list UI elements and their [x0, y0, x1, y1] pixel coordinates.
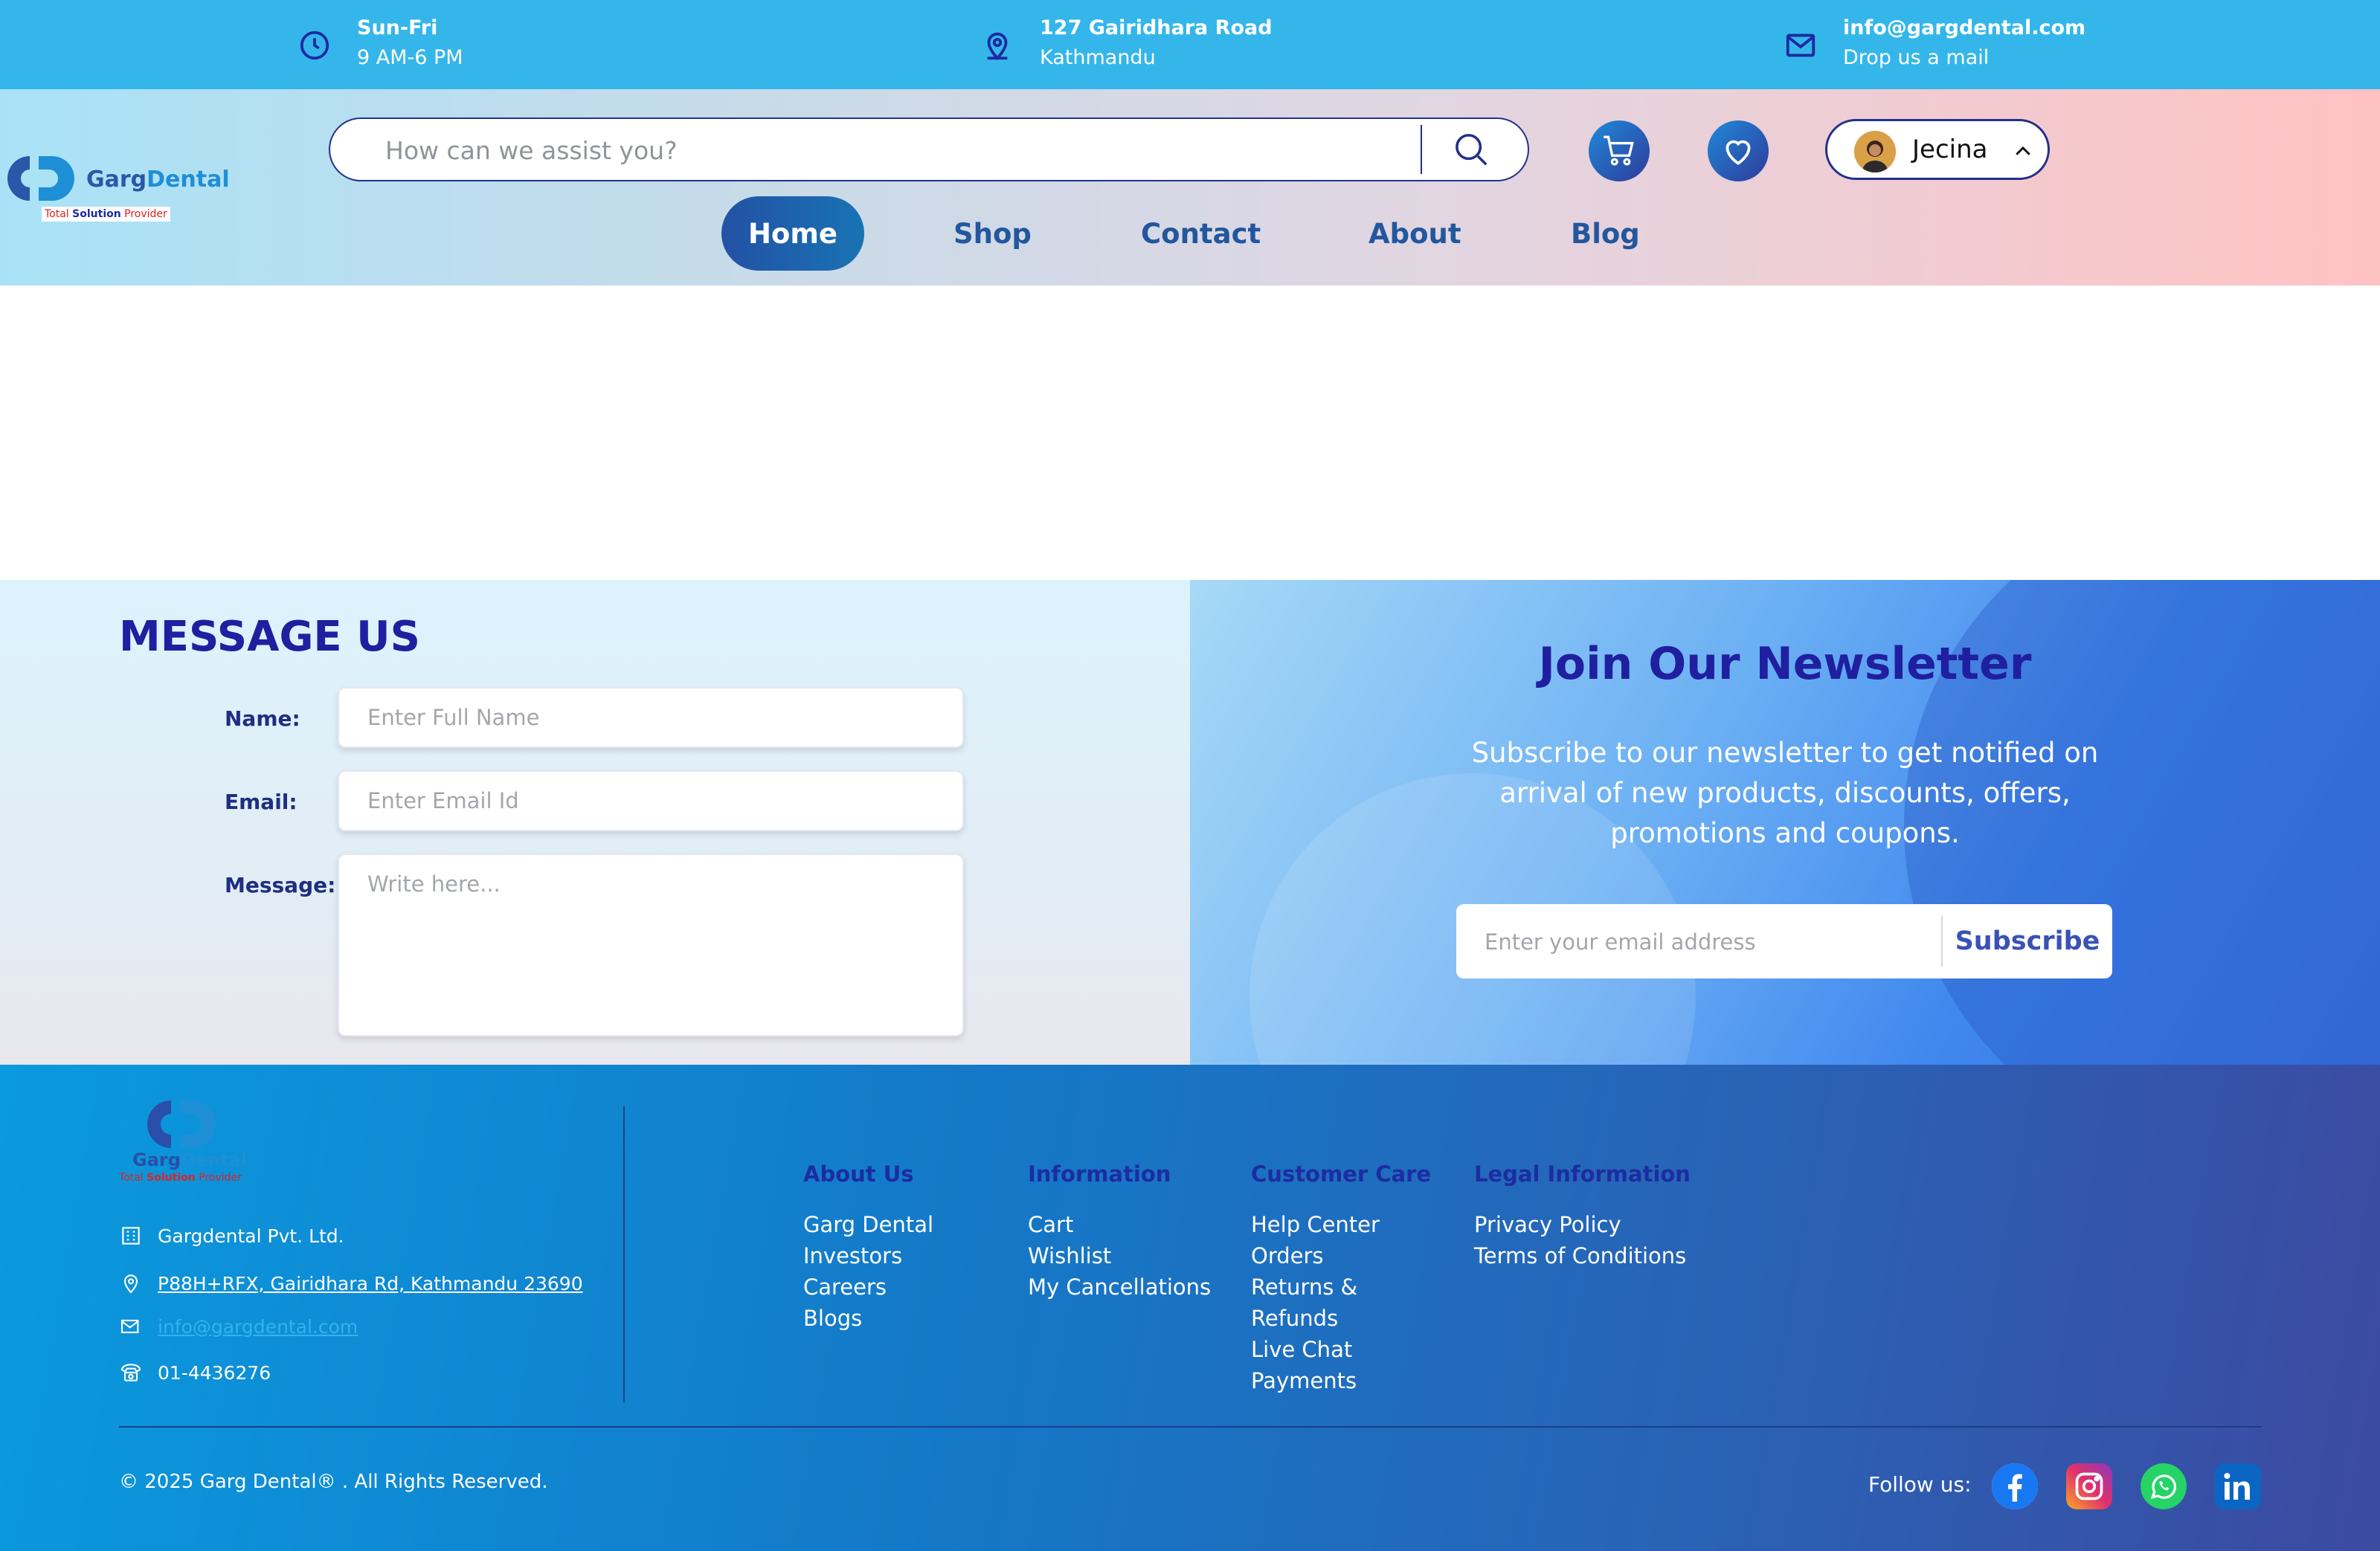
footer-rule [119, 1426, 2261, 1428]
search-divider [1421, 125, 1422, 174]
site-footer: GargDental Total Solution Provider Gargd… [0, 1065, 2380, 1551]
location-icon [123, 1274, 138, 1294]
footer-link[interactable]: Blogs [803, 1303, 933, 1334]
follow-us-label: Follow us: [1868, 1472, 1972, 1497]
newsletter-email-input[interactable] [1485, 925, 1916, 959]
name-field[interactable] [338, 687, 964, 748]
footer-email-link[interactable]: info@gargdental.com [119, 1315, 358, 1338]
footer-link[interactable]: Terms of Conditions [1474, 1240, 1691, 1271]
copyright: © 2025 Garg Dental® . All Rights Reserve… [119, 1471, 548, 1493]
footer-col-title: Legal Information [1474, 1161, 1691, 1187]
footer-link[interactable]: Refunds [1251, 1303, 1431, 1334]
footer-col-title: Customer Care [1251, 1161, 1432, 1187]
wishlist-button[interactable] [1708, 120, 1769, 181]
site-header: GargDental Total Solution Provider Jecin… [0, 89, 2380, 286]
clock-icon [300, 30, 329, 60]
footer-col-legal: Legal Information Privacy Policy Terms o… [1474, 1161, 1691, 1271]
facebook-icon [1992, 1463, 2038, 1509]
footer-link[interactable]: Help Center [1251, 1209, 1431, 1240]
instagram-link[interactable] [2066, 1463, 2112, 1509]
footer-link[interactable]: Cart [1028, 1209, 1211, 1240]
email-field[interactable] [338, 770, 964, 831]
footer-brand-tagline: Total Solution Provider [119, 1172, 242, 1184]
brand-name: GargDental [86, 167, 230, 193]
footer-link[interactable]: Wishlist [1028, 1240, 1211, 1271]
newsletter-form: Subscribe [1456, 904, 2112, 978]
avatar [1854, 131, 1896, 172]
envelope-icon [120, 1319, 139, 1334]
email-label: Email: [225, 790, 298, 814]
footer-link[interactable]: My Cancellations [1028, 1271, 1211, 1303]
footer-link[interactable]: Careers [803, 1271, 933, 1303]
message-label: Message: [225, 873, 336, 897]
name-label: Name: [225, 706, 300, 731]
address-sub: Kathmandu [1040, 46, 1156, 69]
subscribe-button[interactable]: Subscribe [1943, 904, 2112, 978]
email-title[interactable]: info@gargdental.com [1843, 13, 2085, 43]
address-info: 127 Gairidhara Road Kathmandu [980, 13, 1273, 73]
footer-col-about: About Us Garg Dental Investors Careers B… [803, 1161, 933, 1334]
nav-blog[interactable]: Blog [1571, 210, 1640, 257]
footer-link[interactable]: Live Chat [1251, 1334, 1431, 1365]
phone-icon [120, 1364, 141, 1381]
nav-shop[interactable]: Shop [953, 210, 1032, 257]
cart-icon [1604, 135, 1634, 166]
user-name: Jecina [1912, 135, 1988, 164]
nav-contact[interactable]: Contact [1141, 210, 1261, 257]
message-us-section: MESSAGE US Name: Email: Message: [0, 580, 1190, 1065]
search-input[interactable] [385, 132, 1352, 168]
footer-brand-name: GargDental [132, 1149, 248, 1170]
nav-about[interactable]: About [1368, 210, 1461, 257]
message-field[interactable] [338, 854, 964, 1036]
whatsapp-link[interactable] [2141, 1463, 2187, 1509]
footer-link[interactable]: Privacy Policy [1474, 1209, 1691, 1240]
footer-link[interactable]: Orders [1251, 1240, 1431, 1271]
footer-col-title: About Us [803, 1161, 914, 1187]
search-icon [1456, 134, 1488, 166]
linkedin-icon [2224, 1473, 2250, 1500]
footer-link[interactable]: Garg Dental [803, 1209, 933, 1240]
footer-logo[interactable]: GargDental Total Solution Provider [119, 1094, 248, 1191]
facebook-link[interactable] [1992, 1463, 2038, 1509]
footer-col-title: Information [1028, 1161, 1171, 1187]
main-nav: Home Shop Contact About Blog [0, 196, 2380, 271]
newsletter-text: Subscribe to our newsletter to get notif… [1471, 737, 2099, 849]
hours-info: Sun-Fri 9 AM-6 PM [298, 13, 463, 73]
linkedin-link[interactable] [2215, 1463, 2261, 1509]
footer-col-information: Information Cart Wishlist My Cancellatio… [1028, 1161, 1211, 1303]
footer-divider [623, 1106, 625, 1402]
footer-address-link[interactable]: P88H+RFX, Gairidhara Rd, Kathmandu 23690 [119, 1271, 583, 1295]
email-info: info@gargdental.com Drop us a mail [1784, 13, 2085, 73]
location-icon [987, 32, 1008, 61]
hours-sub: 9 AM-6 PM [357, 46, 463, 69]
email-sub: Drop us a mail [1843, 46, 1990, 69]
instagram-icon [2075, 1472, 2103, 1500]
nav-home[interactable]: Home [721, 196, 864, 271]
search-button[interactable] [1434, 125, 1508, 174]
top-info-bar: Sun-Fri 9 AM-6 PM 127 Gairidhara Road Ka… [0, 0, 2380, 89]
footer-link[interactable]: Payments [1251, 1365, 1431, 1396]
message-us-title: MESSAGE US [119, 613, 420, 661]
footer-link[interactable]: Returns & [1251, 1271, 1431, 1303]
whatsapp-icon [2150, 1474, 2177, 1499]
hours-title: Sun-Fri [357, 16, 438, 39]
chevron-up-icon [2016, 146, 2030, 155]
heart-icon [1726, 140, 1751, 165]
newsletter-section: Join Our Newsletter Subscribe to our new… [1190, 580, 2380, 1065]
footer-company: Gargdental Pvt. Ltd. [119, 1224, 344, 1248]
user-menu[interactable]: Jecina [1825, 119, 2050, 180]
footer-phone: 01-4436276 [119, 1361, 271, 1384]
footer-link[interactable]: Investors [803, 1240, 933, 1271]
mail-icon [1786, 33, 1815, 57]
building-icon [122, 1227, 140, 1245]
newsletter-title: Join Our Newsletter [1538, 638, 2032, 690]
address-title: 127 Gairidhara Road [1040, 16, 1273, 39]
cart-button[interactable] [1589, 120, 1650, 181]
search-bar [329, 117, 1529, 181]
footer-col-customer-care: Customer Care Help Center Orders Returns… [1251, 1161, 1431, 1396]
